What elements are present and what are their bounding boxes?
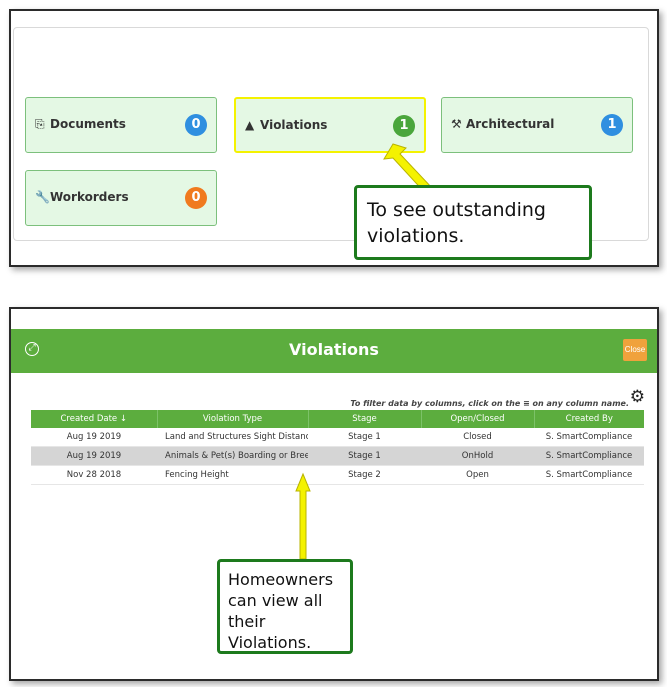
- modal-header: ⤢ Violations Close: [11, 329, 657, 373]
- cell-stage: Stage 1: [308, 446, 421, 466]
- cell-created-by: S. SmartCompliance: [534, 465, 644, 485]
- violations-count-badge: 1: [393, 115, 415, 137]
- table-header-row: Created Date ↓ Violation Type Stage Open…: [31, 410, 644, 428]
- violations-modal-screenshot: ⤢ Violations Close To filter data by col…: [9, 307, 659, 681]
- violations-table: Created Date ↓ Violation Type Stage Open…: [31, 410, 644, 485]
- cell-open-closed: Closed: [421, 428, 534, 447]
- column-created-by[interactable]: Created By: [534, 410, 644, 428]
- documents-tile[interactable]: ⎘ Documents 0: [25, 97, 217, 153]
- modal-title: Violations: [289, 340, 379, 359]
- cell-stage: Stage 2: [308, 465, 421, 485]
- cell-violation-type: Fencing Height: [157, 465, 308, 485]
- cell-open-closed: Open: [421, 465, 534, 485]
- filter-hint: To filter data by columns, click on the …: [350, 399, 629, 408]
- table-row[interactable]: Aug 19 2019 Animals & Pet(s) Boarding or…: [31, 446, 644, 466]
- column-open-closed[interactable]: Open/Closed: [421, 410, 535, 428]
- cell-created-date: Aug 19 2019: [31, 446, 157, 466]
- column-violation-type[interactable]: Violation Type: [157, 410, 309, 428]
- cell-created-by: S. SmartCompliance: [534, 428, 644, 447]
- documents-icon: ⎘: [35, 117, 45, 131]
- architectural-label: Architectural: [466, 117, 555, 131]
- wrench-icon: 🔧: [35, 190, 50, 204]
- cell-stage: Stage 1: [308, 428, 421, 447]
- cell-created-by: S. SmartCompliance: [534, 446, 644, 466]
- cell-created-date: Nov 28 2018: [31, 465, 157, 485]
- violations-label: Violations: [260, 118, 328, 132]
- callout-view-violations: Homeowners can view all their Violations…: [217, 559, 353, 654]
- warning-icon: ▲: [245, 118, 255, 132]
- workorders-tile[interactable]: 🔧 Workorders 0: [25, 170, 217, 226]
- callout-outstanding-violations: To see outstanding violations.: [354, 185, 592, 260]
- workorders-label: Workorders: [50, 190, 129, 204]
- architectural-count-badge: 1: [601, 114, 623, 136]
- callout-text: Homeowners can view all their Violations…: [228, 570, 334, 652]
- documents-label: Documents: [50, 117, 126, 131]
- table-row[interactable]: Aug 19 2019 Land and Structures Sight Di…: [31, 428, 644, 447]
- documents-count-badge: 0: [185, 114, 207, 136]
- cell-created-date: Aug 19 2019: [31, 428, 157, 447]
- violations-tile[interactable]: ▲ Violations 1: [234, 97, 426, 153]
- table-row[interactable]: Nov 28 2018 Fencing Height Stage 2 Open …: [31, 465, 644, 485]
- cell-open-closed: OnHold: [421, 446, 534, 466]
- gear-icon[interactable]: ⚙: [630, 387, 645, 407]
- cell-violation-type: Land and Structures Sight Distance: [157, 428, 308, 447]
- close-button[interactable]: Close: [623, 339, 647, 361]
- callout-text: To see outstanding violations.: [367, 199, 546, 247]
- column-stage[interactable]: Stage: [308, 410, 422, 428]
- workorders-count-badge: 0: [185, 187, 207, 209]
- dashboard-screenshot: ⎘ Documents 0 ▲ Violations 1 ⚒ Architect…: [9, 9, 659, 267]
- column-created-date[interactable]: Created Date ↓: [31, 410, 158, 428]
- cell-violation-type: Animals & Pet(s) Boarding or Breeding: [157, 446, 308, 466]
- architectural-tile[interactable]: ⚒ Architectural 1: [441, 97, 633, 153]
- hammer-icon: ⚒: [451, 117, 462, 131]
